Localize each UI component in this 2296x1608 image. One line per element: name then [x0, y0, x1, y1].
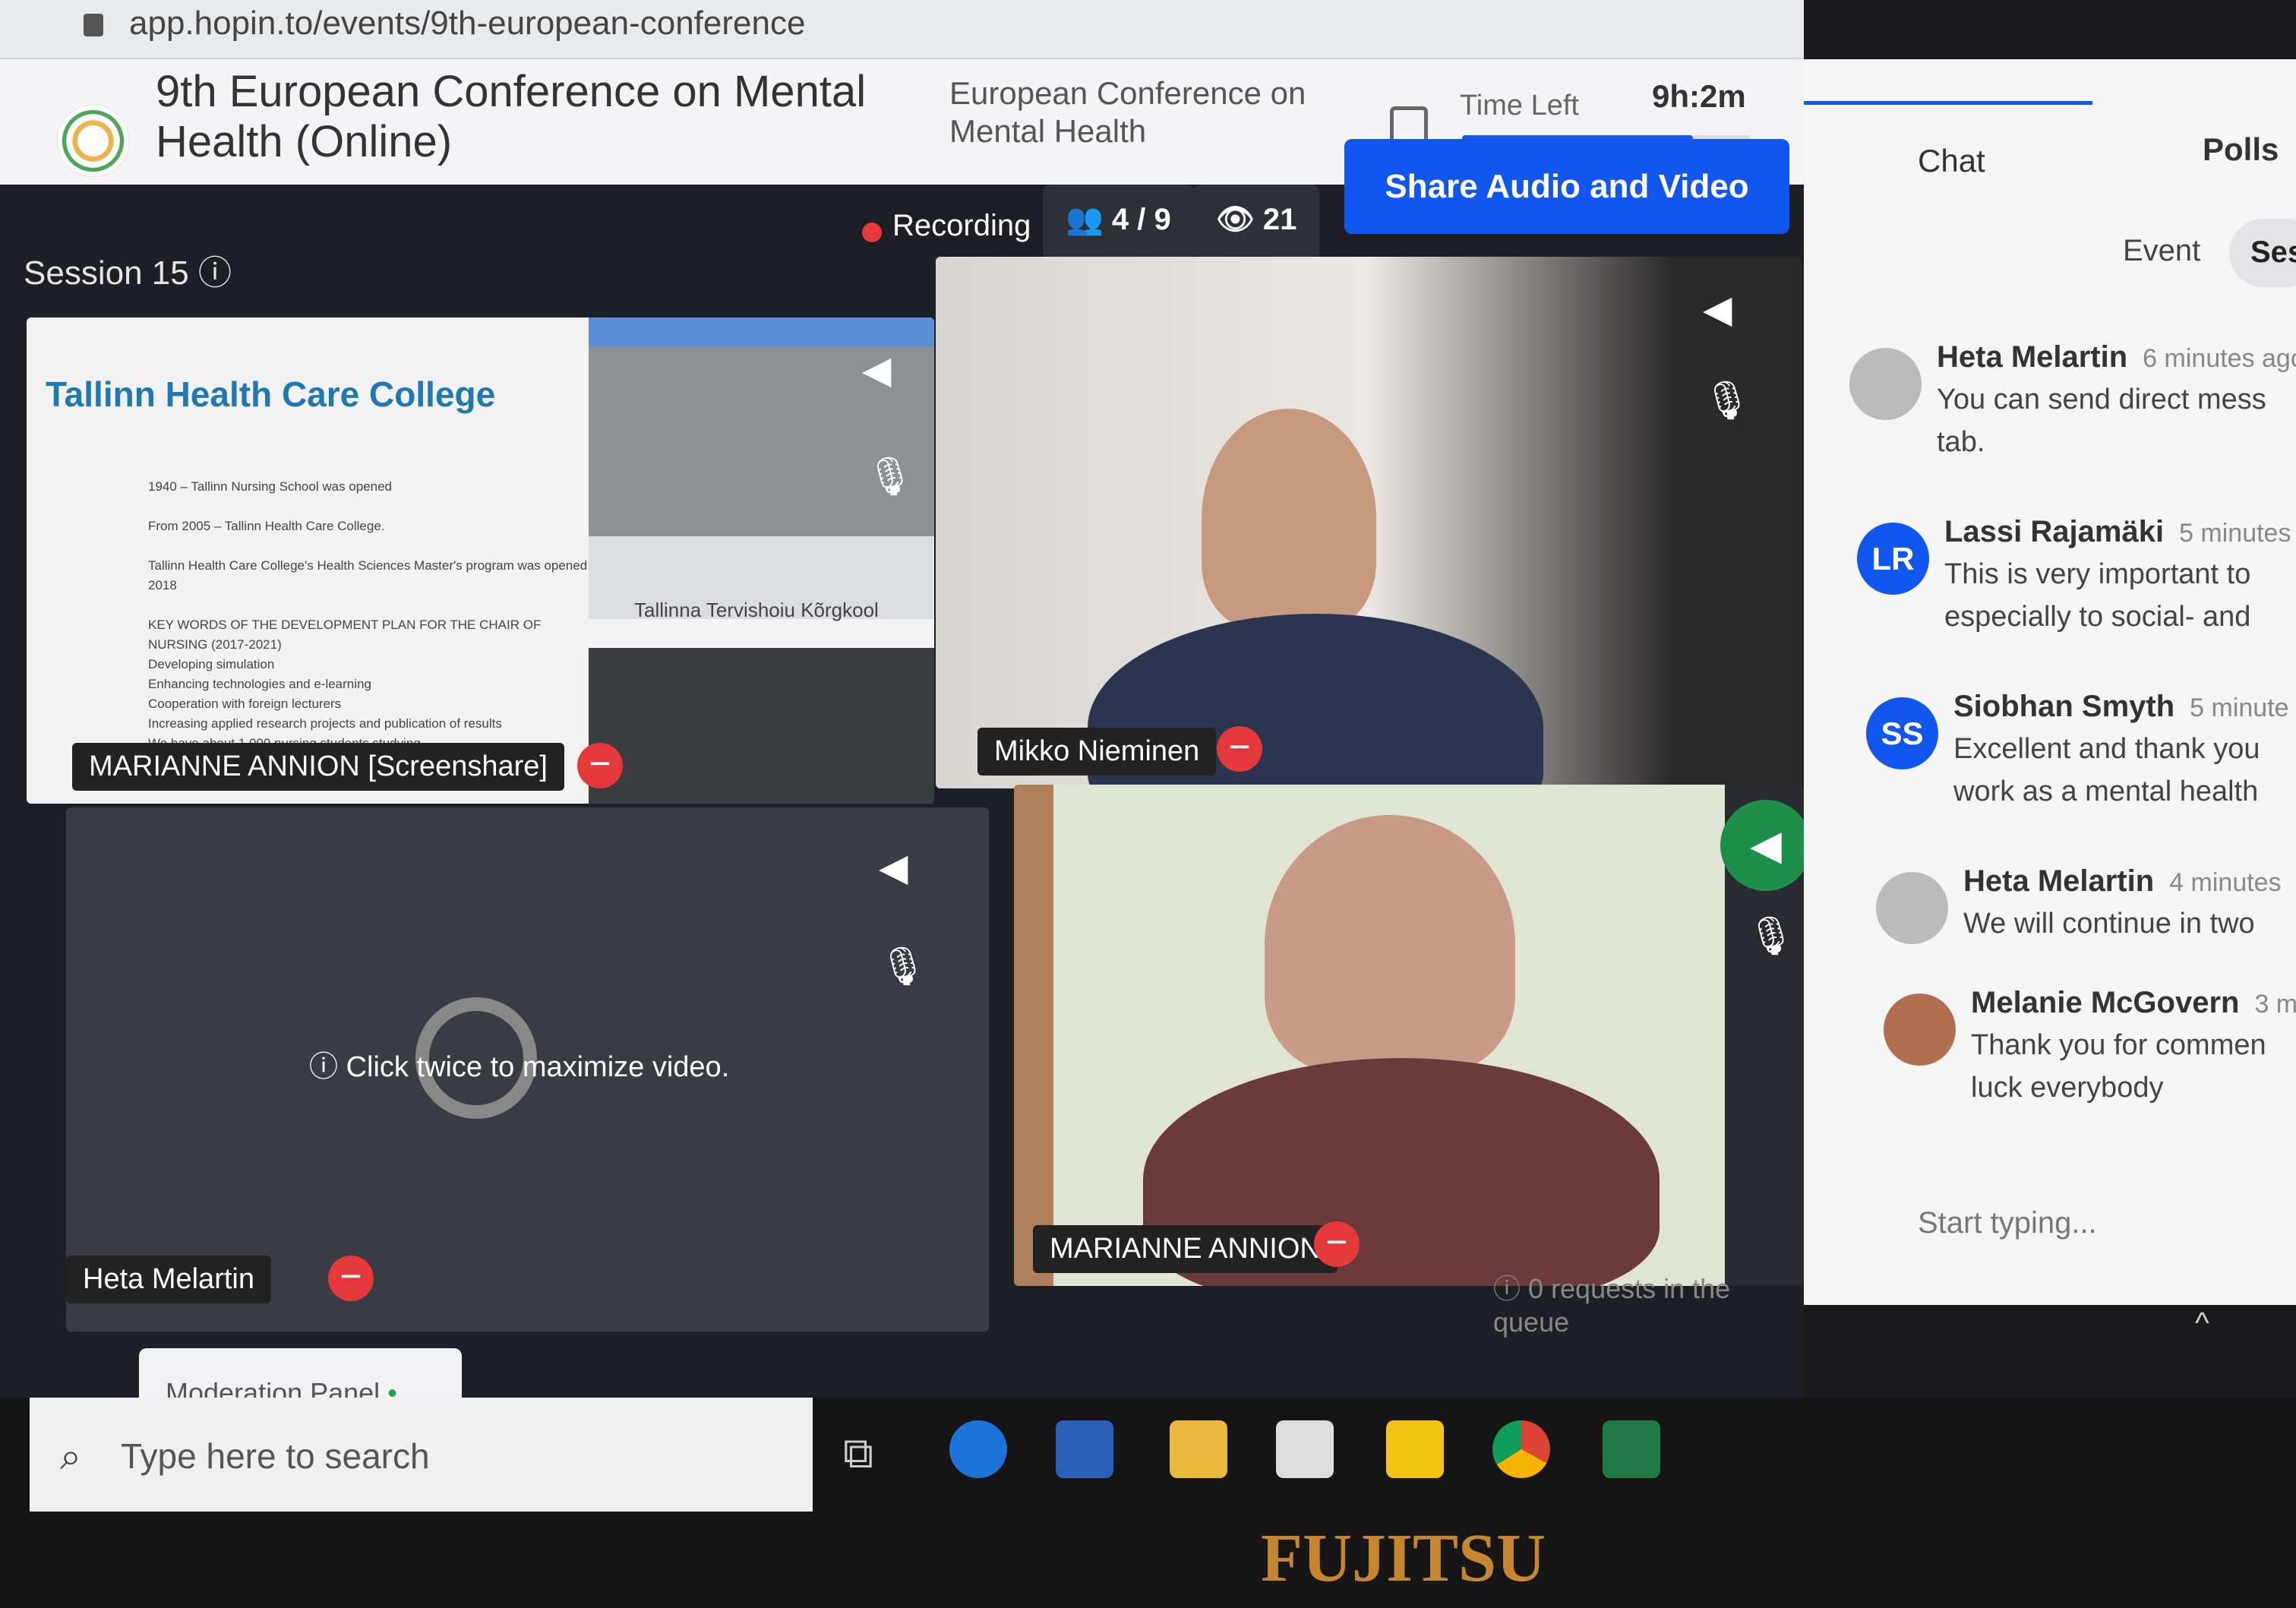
tab-chat[interactable]: Chat — [1918, 143, 1985, 179]
participant-name: MARIANNE ANNION [Screenshare] — [72, 743, 564, 791]
recording-icon — [862, 223, 882, 242]
info-icon[interactable]: ⓘ — [198, 254, 232, 292]
url-text[interactable]: app.hopin.to/events/9th-european-confere… — [129, 5, 805, 43]
microphone-icon[interactable]: 🎙 — [879, 944, 927, 989]
remove-button[interactable]: − — [577, 743, 623, 788]
speaker-icon[interactable]: ◀ — [862, 348, 891, 392]
people-icon: 👥 — [1066, 203, 1112, 236]
store-icon[interactable] — [1276, 1420, 1334, 1478]
video-tile-marianne[interactable]: ◀ 🎙 MARIANNE ANNION − — [1014, 785, 1804, 1286]
chat-input[interactable]: Start typing... — [1918, 1206, 2097, 1240]
video-tile-screenshare[interactable]: Tallinn Health Care College 1940 – Talli… — [27, 317, 934, 804]
participant-name: MARIANNE ANNION — [1033, 1225, 1337, 1273]
windows-taskbar: ⌕ Type here to search ⧉ ^ — [0, 1306, 2296, 1534]
participant-name: Heta Melartin — [66, 1256, 271, 1303]
participant-video — [1265, 815, 1515, 1073]
info-icon: ⓘ — [1493, 1273, 1529, 1304]
message-text: We will continue in two — [1963, 908, 2255, 940]
time-left-value: 9h:2m — [1652, 78, 1746, 114]
message-time: 5 minutes — [2179, 519, 2291, 548]
search-icon: ⌕ — [60, 1435, 81, 1477]
video-tile-heta[interactable]: ◀ 🎙 ⓘ Click twice to maximize video. Het… — [66, 807, 989, 1332]
message-time: 4 minutes — [2169, 868, 2282, 897]
fujitsu-logo: FUJITSU — [1261, 1521, 1546, 1596]
microphone-icon[interactable]: 🎙 — [866, 454, 914, 499]
avatar: SS — [1866, 697, 1938, 769]
active-tab-indicator — [1804, 101, 2092, 105]
message-author: Heta Melartin — [1937, 340, 2128, 374]
session-title: Session 15 ⓘ — [24, 245, 232, 294]
event-logo — [57, 105, 129, 177]
video-tile-mikko[interactable]: ◀ 🎙 Mikko Nieminen − — [936, 257, 1802, 788]
message-time: 6 minutes ago — [2143, 344, 2296, 373]
event-title: 9th European Conference on Mental Health… — [156, 67, 867, 166]
slide-text: 1940 – Tallinn Nursing School was opened… — [148, 479, 601, 750]
remove-button[interactable]: − — [1217, 726, 1262, 772]
eye-icon: 👁 — [1216, 203, 1263, 236]
microphone-icon[interactable]: 🎙 — [1747, 914, 1795, 959]
viewers-badge[interactable]: 👁 21 — [1193, 185, 1320, 261]
file-explorer-icon[interactable] — [1170, 1420, 1227, 1478]
task-view-icon[interactable]: ⧉ — [843, 1428, 873, 1479]
laptop-bezel: FUJITSU — [0, 1519, 2296, 1608]
session-label: Session 15 — [24, 254, 189, 292]
time-left-label: Time Left — [1460, 90, 1579, 122]
message-author: Lassi Rajamäki — [1944, 515, 2165, 548]
chevron-up-icon[interactable]: ^ — [2195, 1306, 2209, 1341]
message-text: Thank you for commen luck everybody — [1971, 1029, 2266, 1104]
message-time: 3 m — [2254, 990, 2296, 1019]
participant-video — [1202, 409, 1376, 629]
taskbar-search[interactable]: ⌕ Type here to search — [30, 1398, 813, 1512]
queue-status: ⓘ 0 requests in the queue — [1493, 1267, 1804, 1338]
speaker-icon[interactable]: ◀ — [879, 845, 908, 889]
remove-button[interactable]: − — [328, 1256, 374, 1301]
lock-icon — [84, 14, 103, 36]
word-icon[interactable] — [1056, 1420, 1113, 1478]
share-audio-video-button[interactable]: Share Audio and Video — [1344, 139, 1789, 234]
chrome-icon[interactable] — [1492, 1420, 1550, 1478]
browser-address-bar[interactable]: app.hopin.to/events/9th-european-confere… — [0, 0, 1804, 59]
maximize-hint-text: Click twice to maximize video. — [346, 1051, 730, 1083]
side-panel: Chat Polls Event Ses Heta Melartin 6 minu… — [1804, 59, 2296, 1305]
message-text: Excellent and thank you work as a mental… — [1953, 733, 2260, 807]
search-placeholder: Type here to search — [121, 1436, 430, 1476]
message-author: Heta Melartin — [1963, 864, 2155, 898]
tab-polls[interactable]: Polls — [2203, 131, 2279, 168]
participant-name: Mikko Nieminen — [977, 728, 1217, 776]
edge-icon[interactable] — [949, 1420, 1007, 1478]
microphone-icon[interactable]: 🎙 — [1703, 378, 1751, 423]
participants-count: 4 / 9 — [1111, 203, 1171, 236]
stage: Session 15 ⓘ Recording 👥 4 / 9 👁 21 Shar… — [0, 139, 1804, 1453]
sticky-notes-icon[interactable] — [1386, 1420, 1444, 1478]
avatar — [1876, 872, 1948, 944]
message-author: Melanie McGovern — [1971, 986, 2240, 1019]
excel-icon[interactable] — [1603, 1420, 1660, 1478]
avatar — [1849, 348, 1922, 420]
message-time: 5 minute — [2190, 693, 2289, 722]
remove-button[interactable]: − — [1314, 1221, 1360, 1267]
recording-label: Recording — [892, 209, 1031, 242]
avatar: LR — [1857, 523, 1929, 595]
event-subtitle: European Conference on Mental Health — [949, 75, 1306, 149]
subtab-session[interactable]: Ses — [2229, 219, 2296, 287]
building-sign: Tallinna Tervishoiu Kõrgkool — [634, 599, 879, 621]
queue-text: 0 requests in the queue — [1493, 1273, 1731, 1338]
slide-title: Tallinn Health Care College — [46, 374, 496, 414]
subtab-event[interactable]: Event — [2123, 234, 2200, 268]
participants-badge[interactable]: 👥 4 / 9 — [1043, 185, 1194, 261]
message-text: You can send direct mess tab. — [1937, 384, 2266, 458]
message-author: Siobhan Smyth — [1953, 690, 2175, 723]
avatar — [1884, 994, 1956, 1066]
message-text: This is very important to especially to … — [1944, 558, 2251, 633]
viewers-count: 21 — [1262, 203, 1297, 236]
speaker-icon[interactable]: ◀ — [1703, 287, 1732, 331]
maximize-hint: ⓘ Click twice to maximize video. — [309, 1043, 729, 1085]
info-icon: ⓘ — [309, 1051, 346, 1083]
active-speaker-icon[interactable]: ◀ — [1720, 800, 1804, 891]
